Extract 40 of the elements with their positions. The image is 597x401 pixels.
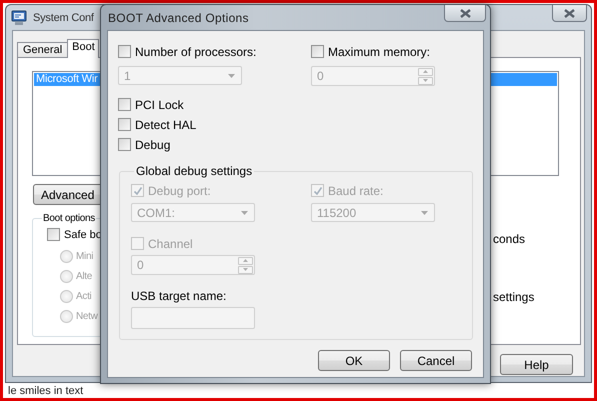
checkbox[interactable] — [118, 98, 131, 111]
checkbox-label: Channel — [148, 236, 193, 250]
group-title: Global debug settings — [135, 164, 254, 178]
checkbox[interactable] — [47, 228, 60, 241]
close-icon — [564, 8, 575, 18]
radio-label: Mini — [76, 251, 94, 262]
help-button[interactable]: Help — [500, 354, 573, 375]
up-arrow-icon — [243, 259, 248, 262]
computer-icon — [11, 10, 27, 26]
checkbox-label: Baud rate: — [328, 184, 384, 198]
caret-icon — [421, 210, 428, 214]
settings-label: settings — [493, 290, 536, 304]
checkbox[interactable] — [118, 138, 131, 151]
caret-icon — [241, 210, 248, 214]
checkbox-label: Maximum memory: — [328, 44, 430, 58]
up-arrow-icon — [423, 70, 428, 73]
radio-label: Netw — [76, 311, 98, 322]
radio-label: Acti — [76, 291, 92, 302]
dialog-title: BOOT Advanced Options — [108, 10, 249, 24]
checkbox-label: Number of processors: — [135, 44, 256, 58]
window-title: System Conf — [33, 12, 94, 24]
checkbox-label: PCI Lock — [135, 98, 184, 112]
close-button[interactable] — [552, 5, 587, 22]
down-arrow-icon — [243, 268, 248, 271]
checkbox-label: Detect HAL — [135, 118, 196, 132]
tab[interactable]: General — [17, 42, 68, 58]
cancel-button[interactable]: Cancel — [400, 350, 472, 371]
radio-label: Alte — [76, 271, 92, 282]
timeout-unit-label: conds — [493, 232, 526, 246]
checkbox[interactable] — [118, 118, 131, 131]
page-text: le smiles in text — [8, 385, 84, 397]
field-label: USB target name: — [131, 289, 228, 303]
tab[interactable]: Boot — [67, 39, 99, 58]
checkbox-label: Debug — [135, 138, 170, 152]
close-icon — [460, 8, 470, 18]
down-arrow-icon — [423, 79, 428, 82]
caret-icon — [228, 74, 235, 78]
group-title: Boot options — [42, 213, 96, 224]
close-button[interactable] — [444, 5, 486, 22]
ok-button[interactable]: OK — [318, 350, 390, 371]
